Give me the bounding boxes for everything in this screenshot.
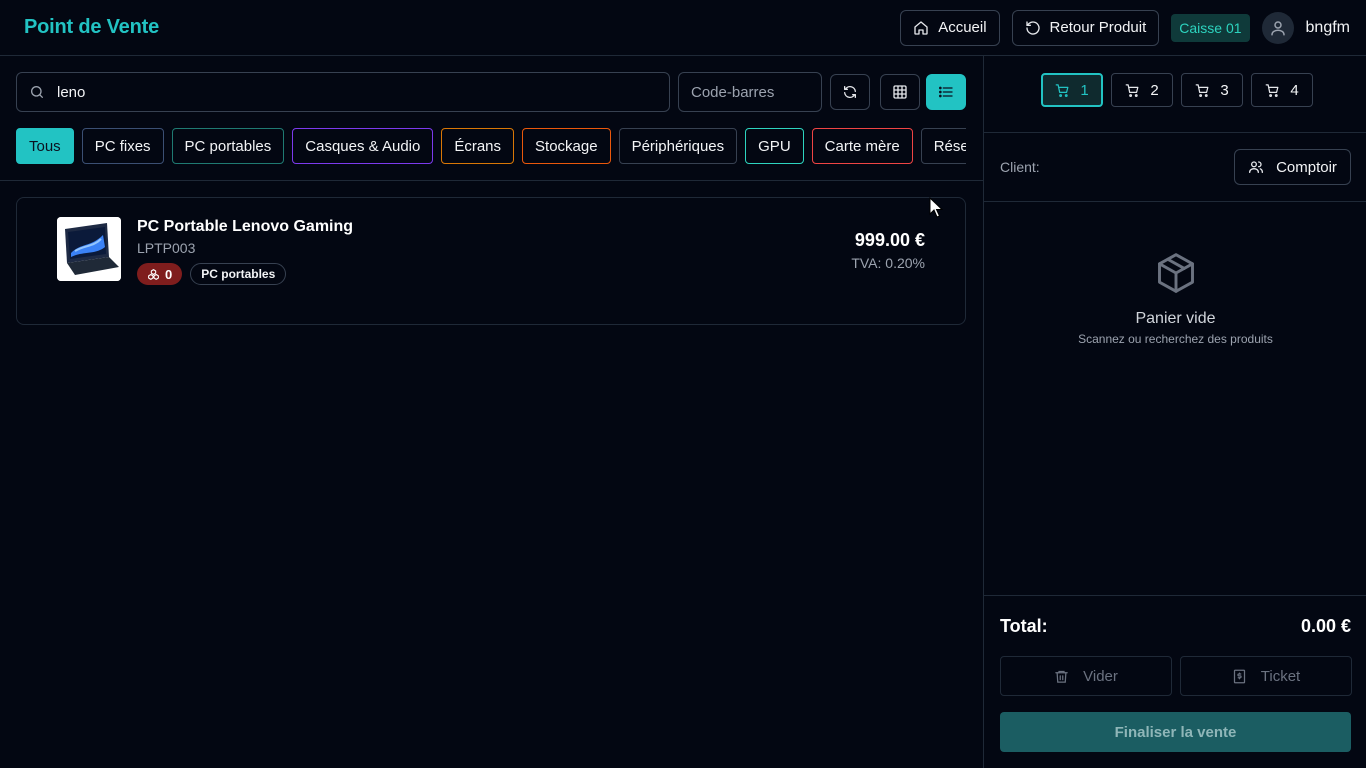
search-input[interactable]: leno bbox=[16, 72, 670, 112]
category-chip-gpu[interactable]: GPU bbox=[745, 128, 804, 164]
total-label: Total: bbox=[1000, 616, 1048, 636]
category-chip-peripheriques[interactable]: Périphériques bbox=[618, 128, 738, 164]
cart-tab-2[interactable]: 2 bbox=[1111, 73, 1173, 107]
home-button[interactable]: Accueil bbox=[900, 9, 1000, 46]
divider bbox=[984, 595, 1366, 596]
clear-cart-button[interactable]: Vider bbox=[1000, 656, 1172, 696]
category-chip-reseau[interactable]: Réseau bbox=[920, 128, 966, 164]
shopping-cart-icon bbox=[1055, 83, 1070, 98]
category-chip-all[interactable]: Tous bbox=[16, 128, 74, 164]
client-select-button[interactable]: Comptoir bbox=[1234, 149, 1351, 185]
shopping-cart-icon bbox=[1125, 83, 1140, 98]
cart-tab-3[interactable]: 3 bbox=[1181, 73, 1243, 107]
avatar[interactable] bbox=[1261, 11, 1294, 44]
cart-tab-label: 2 bbox=[1150, 81, 1159, 99]
return-product-label: Retour Produit bbox=[1049, 19, 1147, 36]
cart-tab-label: 4 bbox=[1290, 81, 1299, 99]
return-product-button[interactable]: Retour Produit bbox=[1011, 9, 1160, 46]
cart-tab-label: 1 bbox=[1080, 81, 1089, 99]
category-chip-stockage[interactable]: Stockage bbox=[522, 128, 611, 164]
empty-cart-subtitle: Scannez ou recherchez des produits bbox=[1078, 332, 1273, 346]
cart-panel: 1 2 3 4 Client: Comptoir Panier vide Sca… bbox=[983, 56, 1366, 768]
cart-tabs: 1 2 3 4 bbox=[1041, 73, 1313, 107]
home-button-label: Accueil bbox=[938, 19, 987, 36]
mouse-cursor-icon bbox=[929, 197, 943, 219]
grid-icon bbox=[892, 84, 908, 100]
product-name: PC Portable Lenovo Gaming bbox=[137, 218, 354, 235]
cart-tab-4[interactable]: 4 bbox=[1251, 73, 1313, 107]
home-icon bbox=[913, 20, 929, 36]
finalize-sale-button[interactable]: Finaliser la vente bbox=[1000, 712, 1351, 752]
search-icon bbox=[29, 84, 45, 100]
client-button-label: Comptoir bbox=[1276, 158, 1337, 176]
undo-icon bbox=[1025, 20, 1041, 36]
client-label: Client: bbox=[1000, 159, 1040, 175]
category-chip-pc-fixes[interactable]: PC fixes bbox=[81, 128, 164, 164]
product-price: 999.00 € bbox=[854, 230, 925, 250]
total-value: 0.00 € bbox=[1300, 616, 1351, 636]
search-input-value: leno bbox=[57, 83, 86, 101]
trash-icon bbox=[1054, 669, 1069, 684]
cart-tab-1[interactable]: 1 bbox=[1041, 73, 1103, 107]
product-vat: TVA: 0.20% bbox=[851, 255, 925, 271]
category-chip-pc-portables[interactable]: PC portables bbox=[171, 128, 285, 164]
user-icon bbox=[1269, 19, 1287, 37]
category-filter-bar: Tous PC fixes PC portables Casques & Aud… bbox=[16, 128, 966, 164]
boxes-icon bbox=[147, 268, 160, 281]
package-icon bbox=[1154, 250, 1198, 296]
barcode-input[interactable]: Code-barres bbox=[678, 72, 822, 112]
stock-count: 0 bbox=[165, 266, 173, 282]
ticket-button[interactable]: Ticket bbox=[1180, 656, 1352, 696]
product-image bbox=[57, 217, 121, 281]
users-icon bbox=[1248, 159, 1264, 175]
grid-view-button[interactable] bbox=[880, 74, 920, 110]
list-icon bbox=[938, 84, 954, 100]
category-chip-carte-mere[interactable]: Carte mère bbox=[811, 128, 913, 164]
register-badge: Caisse 01 bbox=[1171, 13, 1250, 42]
product-category-badge: PC portables bbox=[190, 263, 287, 285]
empty-cart-title: Panier vide bbox=[1135, 310, 1216, 327]
stock-badge: 0 bbox=[137, 263, 183, 285]
divider bbox=[984, 132, 1366, 133]
shopping-cart-icon bbox=[1265, 83, 1280, 98]
app-header: Point de Vente Accueil Retour Produit Ca… bbox=[0, 0, 1366, 56]
receipt-icon bbox=[1232, 669, 1247, 684]
product-panel: leno Code-barres Tous PC fixes PC portab… bbox=[0, 56, 983, 768]
app-title: Point de Vente bbox=[24, 16, 160, 38]
clear-cart-label: Vider bbox=[1083, 667, 1118, 685]
cart-tab-label: 3 bbox=[1220, 81, 1229, 99]
divider bbox=[984, 201, 1366, 202]
ticket-label: Ticket bbox=[1260, 667, 1301, 685]
username: bngfm bbox=[1305, 18, 1350, 36]
refresh-icon bbox=[842, 84, 858, 100]
list-view-button[interactable] bbox=[926, 74, 966, 110]
divider bbox=[0, 180, 983, 181]
product-sku: LPTP003 bbox=[137, 240, 196, 256]
category-chip-casques-audio[interactable]: Casques & Audio bbox=[292, 128, 434, 164]
refresh-button[interactable] bbox=[830, 74, 870, 110]
category-chip-ecrans[interactable]: Écrans bbox=[441, 128, 515, 164]
shopping-cart-icon bbox=[1195, 83, 1210, 98]
product-card[interactable]: PC Portable Lenovo Gaming LPTP003 0 PC p… bbox=[16, 197, 966, 325]
